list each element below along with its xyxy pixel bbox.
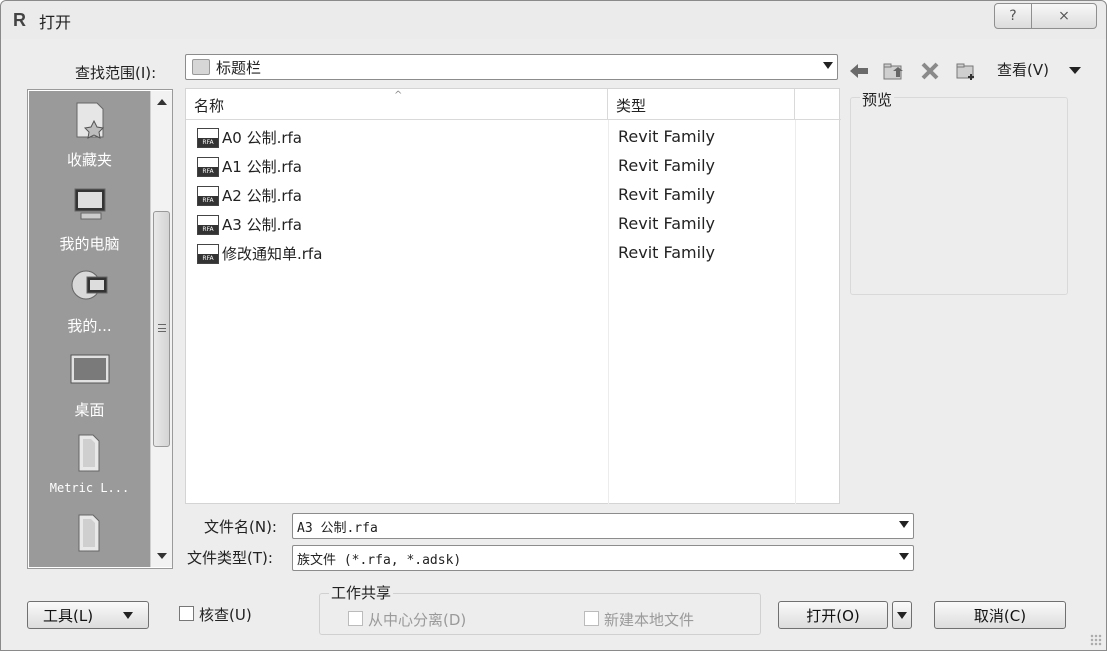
place-metric-library[interactable]: Metric L... [29,431,150,495]
file-name: 修改通知单.rfa [222,245,323,263]
delete-icon[interactable] [918,59,942,83]
places-bar: 收藏夹 我的电脑 我的... 桌面 Metric L... [27,89,173,569]
close-icon: ⨯ [1058,8,1070,24]
filetype-value: 族文件 (*.rfa, *.adsk) [297,553,462,568]
file-row[interactable]: A0 公制.rfa Revit Family [186,122,839,151]
place-label: 收藏夹 [66,151,112,169]
lookin-combo[interactable]: 标题栏 [185,54,838,80]
close-button[interactable]: ⨯ [1031,3,1097,29]
rfa-file-icon [197,157,219,177]
rfa-file-icon [197,215,219,235]
file-type: Revit Family [618,156,715,175]
place-my-computer[interactable]: 我的电脑 [29,183,150,254]
scroll-down-icon[interactable] [157,553,167,559]
filename-value: A3 公制.rfa [297,521,378,536]
folder-icon [192,59,210,75]
desktop-icon [70,354,109,384]
revit-app-icon: R [13,10,26,30]
file-type: Revit Family [618,127,715,146]
lookin-value: 标题栏 [216,59,262,77]
column-name-label: 名称 [194,97,225,115]
lookin-label: 查找范围(I): [75,64,157,82]
tools-button[interactable]: 工具(L) [27,601,149,629]
detach-checkbox[interactable] [348,611,363,626]
rfa-file-icon [197,186,219,206]
help-button[interactable]: ? [994,3,1032,29]
scroll-thumb[interactable] [153,211,170,447]
chevron-down-icon[interactable] [823,62,833,69]
open-dialog: R 打开 ? ⨯ 查找范围(I): 标题栏 查看(V) 收藏夹 我的电脑 我的.… [0,0,1107,651]
back-icon[interactable] [847,59,871,83]
place-desktop[interactable]: 桌面 [29,349,150,420]
file-list[interactable]: 名称 ^ 类型 A0 公制.rfa Revit Family A1 公制.rfa… [185,88,841,505]
filetype-label: 文件类型(T): [187,549,273,567]
place-label: 桌面 [74,401,105,419]
column-header-blank [795,89,841,120]
column-header-type[interactable]: 类型 [608,89,795,120]
place-my-network[interactable]: 我的... [29,265,150,336]
places-list: 收藏夹 我的电脑 我的... 桌面 Metric L... [29,91,150,567]
new-folder-icon[interactable] [954,59,978,83]
resize-grip-icon[interactable] [1090,634,1102,646]
sort-ascending-icon: ^ [394,90,403,101]
chevron-down-icon[interactable] [899,521,909,528]
open-options-button[interactable] [892,601,912,629]
scroll-up-icon[interactable] [157,99,167,105]
place-favorites[interactable]: 收藏夹 [29,99,150,170]
preview-panel [850,97,1068,295]
dialog-title: 打开 [39,13,72,32]
column-header-name[interactable]: 名称 ^ [186,89,608,120]
worksharing-label: 工作共享 [329,582,394,603]
my-network-icon [71,270,107,300]
my-computer-icon [74,188,105,220]
help-icon: ? [1009,8,1017,24]
file-name: A0 公制.rfa [222,129,302,147]
file-type: Revit Family [618,214,715,233]
place-folder[interactable] [29,511,150,561]
chevron-down-icon[interactable] [899,553,909,560]
up-folder-icon[interactable] [881,59,905,83]
file-name: A3 公制.rfa [222,216,302,234]
place-label: Metric L... [49,481,130,495]
file-type: Revit Family [618,185,715,204]
create-local-label: 新建本地文件 [604,611,695,629]
chevron-down-icon[interactable] [1069,67,1081,74]
column-type-label: 类型 [616,97,647,115]
create-local-checkbox[interactable] [584,611,599,626]
chevron-down-icon [123,611,134,619]
open-label: 打开(O) [806,606,860,625]
rfa-file-icon [197,244,219,264]
cancel-button[interactable]: 取消(C) [934,601,1066,629]
file-row[interactable]: A2 公制.rfa Revit Family [186,180,839,209]
detach-label: 从中心分离(D) [368,611,467,629]
place-label: 我的... [67,317,112,335]
audit-checkbox[interactable] [179,606,194,621]
file-row[interactable]: A1 公制.rfa Revit Family [186,151,839,180]
open-button[interactable]: 打开(O) [778,601,888,629]
file-name: A2 公制.rfa [222,187,302,205]
filename-label: 文件名(N): [204,518,277,536]
file-name: A1 公制.rfa [222,158,302,176]
places-scrollbar[interactable] [150,91,172,567]
grip-icon [158,324,166,332]
favorites-icon [76,102,104,139]
file-row[interactable]: 修改通知单.rfa Revit Family [186,238,839,267]
tools-label: 工具(L) [42,606,94,625]
file-row[interactable]: A3 公制.rfa Revit Family [186,209,839,238]
folder-icon [78,434,99,472]
views-button[interactable]: 查看(V) [997,59,1049,80]
filetype-select[interactable]: 族文件 (*.rfa, *.adsk) [292,545,914,571]
title-bar: R 打开 ? ⨯ [1,1,1106,39]
file-type: Revit Family [618,243,715,262]
place-label: 我的电脑 [59,235,120,253]
audit-label: 核查(U) [199,606,252,624]
filename-field[interactable]: A3 公制.rfa [292,513,914,539]
cancel-label: 取消(C) [973,606,1027,625]
rfa-file-icon [197,128,219,148]
chevron-down-icon [897,611,907,619]
folder-icon [78,514,99,552]
preview-label: 预览 [860,89,895,110]
